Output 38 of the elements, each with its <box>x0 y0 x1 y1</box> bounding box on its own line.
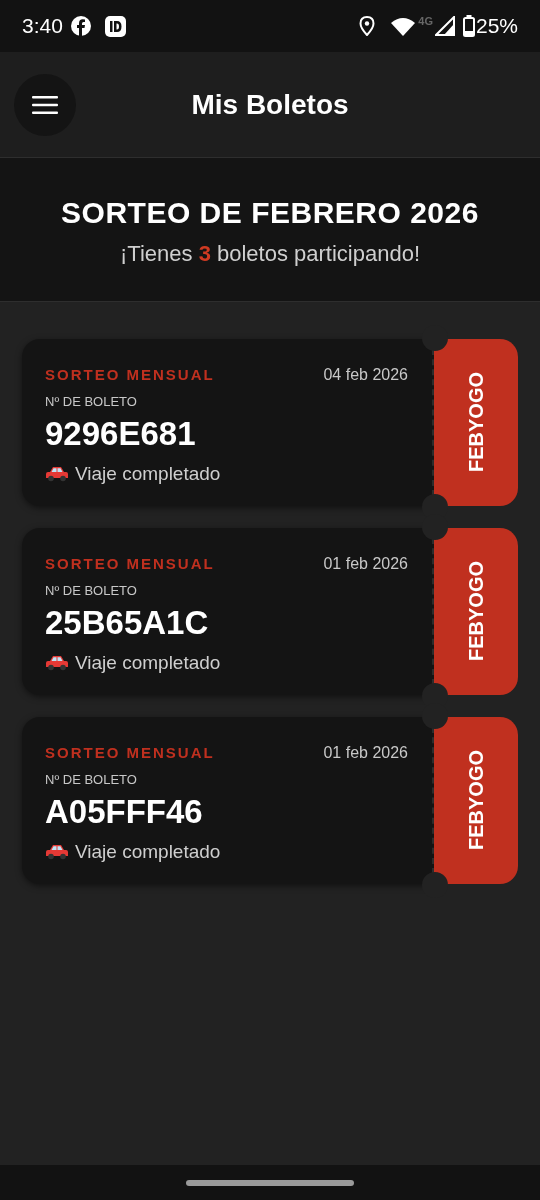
stub-logo: FEBYOGO <box>464 750 488 851</box>
draw-title: SORTEO DE FEBRERO 2026 <box>61 194 479 231</box>
car-icon <box>45 842 69 861</box>
ticket-number: A05FFF46 <box>45 791 204 832</box>
car-icon <box>45 464 69 483</box>
stub-logo: FEBYOGO <box>464 372 488 473</box>
ticket-status: Viaje completado <box>75 839 221 864</box>
ticket-number-label: Nº DE BOLETO <box>45 393 138 411</box>
draw-type: SORTEO MENSUAL <box>45 553 215 574</box>
ticket-number: 9296E681 <box>45 413 197 454</box>
ticket-card[interactable]: SORTEO MENSUAL 04 feb 2026 Nº DE BOLETO 9296E681 Viaje completado <box>22 339 434 506</box>
menu-icon <box>32 95 58 114</box>
location-icon <box>359 16 376 36</box>
stub-logo: FEBYOGO <box>464 561 488 662</box>
ticket-number-label: Nº DE BOLETO <box>45 582 138 600</box>
ticket-card[interactable]: SORTEO MENSUAL 01 feb 2026 Nº DE BOLETO A05FFF46 Viaje completado <box>22 717 434 884</box>
network-type: 4G <box>418 14 433 29</box>
app-icon <box>104 15 126 37</box>
battery-level: 25% <box>475 13 518 40</box>
ticket-number-label: Nº DE BOLETO <box>45 771 138 789</box>
battery-icon <box>462 15 475 37</box>
page-title: Mis Boletos <box>191 87 349 122</box>
wifi-icon <box>391 16 416 36</box>
ticket-date: 04 feb 2026 <box>323 365 408 385</box>
car-icon <box>45 653 69 672</box>
signal-icon <box>434 16 455 36</box>
ticket-number: 25B65A1C <box>45 602 210 643</box>
clock: 3:40 <box>22 13 63 40</box>
facebook-icon <box>70 16 91 36</box>
draw-type: SORTEO MENSUAL <box>45 742 215 763</box>
ticket-date: 01 feb 2026 <box>323 743 408 763</box>
ticket-date: 01 feb 2026 <box>323 554 408 574</box>
ticket-status: Viaje completado <box>75 461 221 486</box>
tickets-count-text: ¡Tienes 3 boletos participando! <box>119 239 420 268</box>
ticket-card[interactable]: SORTEO MENSUAL 01 feb 2026 Nº DE BOLETO 25B65A1C Viaje completado <box>22 528 434 695</box>
draw-type: SORTEO MENSUAL <box>45 364 215 385</box>
home-indicator[interactable] <box>186 1179 354 1186</box>
ticket-status: Viaje completado <box>75 650 221 675</box>
